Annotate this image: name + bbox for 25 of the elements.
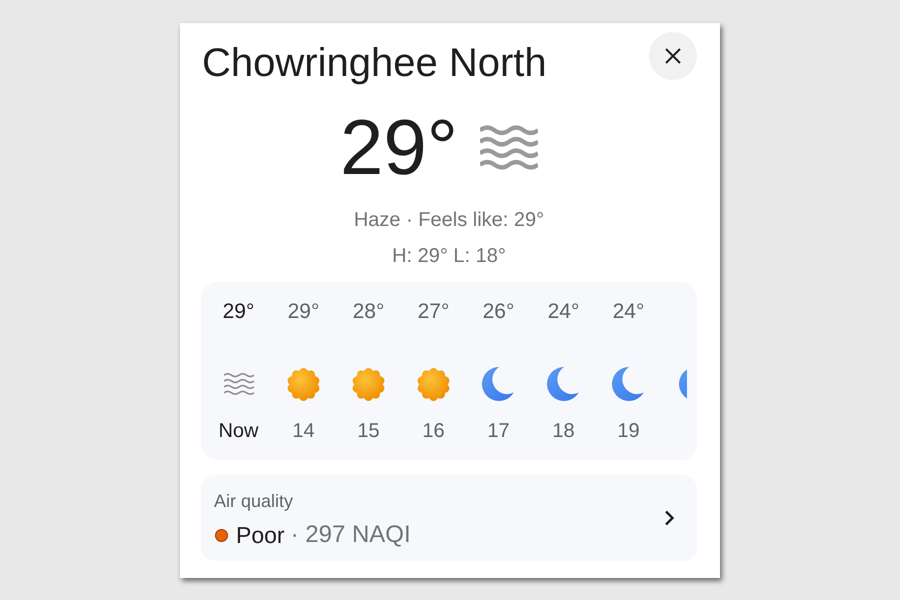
hour-temperature: 24°: [612, 299, 644, 325]
air-quality-label: Air quality: [214, 490, 294, 513]
hour-temperature: 27°: [418, 299, 450, 325]
hour-temperature: 29°: [288, 299, 320, 325]
hour-temperature: 28°: [352, 299, 384, 325]
condition-summary: Haze · Feels like: 29°: [352, 208, 546, 233]
hour-temperature: 26°: [482, 299, 514, 325]
hour-time: 18: [552, 419, 575, 444]
chevron-right-icon: [664, 510, 675, 526]
hour-time: 17: [487, 419, 510, 444]
close-icon[interactable]: [665, 48, 681, 64]
close-button[interactable]: [649, 32, 697, 80]
hour-time: 19: [617, 419, 640, 444]
hour-time: Now: [218, 419, 258, 444]
air-quality-category: Poor: [236, 521, 285, 550]
air-quality-card[interactable]: Air quality Poor · 297 NAQI: [201, 475, 697, 561]
hour-temperature: 29°: [222, 299, 254, 325]
location-title: Chowringhee North: [201, 40, 547, 87]
high-low-temperature: H: 29° L: 18°: [391, 244, 507, 269]
air-quality-reading: · 297 NAQI: [290, 520, 411, 550]
hour-time: 16: [422, 419, 445, 444]
hour-time: 14: [292, 419, 315, 444]
hour-time: 15: [357, 419, 380, 444]
hour-temperature: 24°: [548, 299, 580, 325]
current-temperature: 29°: [340, 108, 458, 186]
